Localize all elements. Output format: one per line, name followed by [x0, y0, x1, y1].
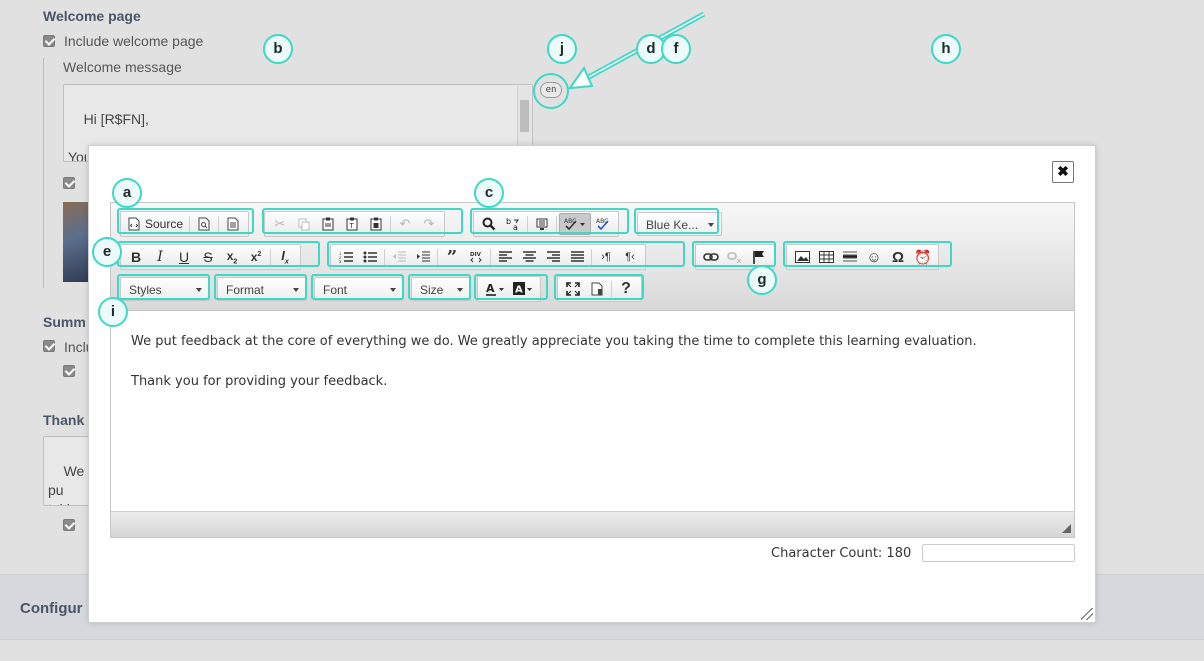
annotation-badge-a: a	[112, 178, 142, 208]
annotation-badge-f: f	[661, 34, 691, 64]
pointer-arrow	[567, 11, 706, 90]
annotation-badge-c: c	[474, 178, 504, 208]
annotation-badge-b: b	[263, 34, 293, 64]
annotation-badge-h: h	[931, 34, 961, 64]
annotation-badge-i: i	[98, 297, 128, 327]
annotation-badge-j: j	[547, 34, 577, 64]
annotation-badge-g: g	[747, 265, 777, 295]
annotation-badge-e: e	[92, 237, 122, 267]
